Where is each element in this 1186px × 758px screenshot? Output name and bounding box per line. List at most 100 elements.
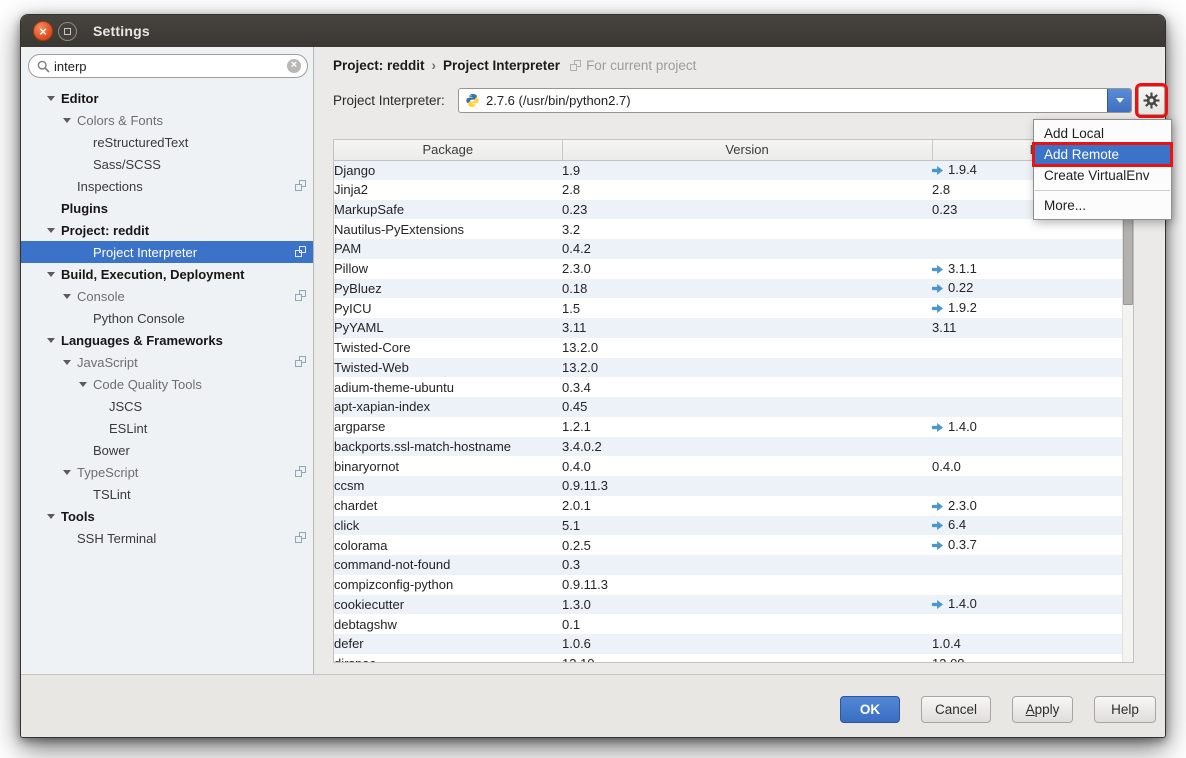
package-name: compizconfig-python [334, 575, 562, 595]
scrollbar-track[interactable] [1122, 161, 1133, 662]
tree-item-javascript[interactable]: JavaScript [21, 351, 313, 373]
package-row-argparse[interactable]: argparse1.2.11.4.0 [334, 417, 1133, 437]
expand-arrow-icon[interactable] [47, 272, 61, 277]
cancel-button[interactable]: Cancel [921, 696, 991, 723]
package-row-backports-ssl-match-hostname[interactable]: backports.ssl-match-hostname3.4.0.2 [334, 437, 1133, 457]
menu-item-add-remote[interactable]: Add Remote [1034, 144, 1171, 165]
menu-item-create-virtualenv[interactable]: Create VirtualEnv [1034, 165, 1171, 186]
package-row-pam[interactable]: PAM0.4.2 [334, 239, 1133, 259]
package-row-adium-theme-ubuntu[interactable]: adium-theme-ubuntu0.3.4 [334, 377, 1133, 397]
package-row-pybluez[interactable]: PyBluez0.180.22 [334, 279, 1133, 299]
apply-label: Apply [1026, 702, 1060, 717]
package-row-apt-xapian-index[interactable]: apt-xapian-index0.45 [334, 397, 1133, 417]
package-version: 1.5 [562, 298, 932, 318]
package-latest: 0.3.7 [932, 535, 1133, 555]
override-icon [295, 246, 306, 257]
expand-arrow-icon[interactable] [47, 96, 61, 101]
package-row-binaryornot[interactable]: binaryornot0.4.00.4.0 [334, 456, 1133, 476]
tree-item-tools[interactable]: Tools [21, 505, 313, 527]
package-row-markupsafe[interactable]: MarkupSafe0.230.23 [334, 200, 1133, 220]
expand-arrow-icon[interactable] [63, 294, 77, 299]
menu-item-add-local[interactable]: Add Local [1034, 123, 1171, 144]
tree-item-editor[interactable]: Editor [21, 87, 313, 109]
column-header-version[interactable]: Version [562, 140, 932, 160]
package-version: 13.2.0 [562, 358, 932, 378]
apply-button[interactable]: Apply [1012, 696, 1073, 723]
package-row-pyyaml[interactable]: PyYAML3.113.11 [334, 318, 1133, 338]
tree-item-eslint[interactable]: ESLint [21, 417, 313, 439]
package-row-jinja2[interactable]: Jinja22.82.8 [334, 180, 1133, 200]
tree-item-colors-fonts[interactable]: Colors & Fonts [21, 109, 313, 131]
tree-item-bower[interactable]: Bower [21, 439, 313, 461]
package-latest [932, 614, 1133, 634]
tree-item-label: Plugins [61, 201, 108, 216]
expand-arrow-icon[interactable] [47, 338, 61, 343]
tree-item-build-execution-deployment[interactable]: Build, Execution, Deployment [21, 263, 313, 285]
package-latest: 6.4 [932, 516, 1133, 536]
package-row-debtagshw[interactable]: debtagshw0.1 [334, 614, 1133, 634]
package-row-twisted-core[interactable]: Twisted-Core13.2.0 [334, 338, 1133, 358]
column-header-package[interactable]: Package [334, 140, 562, 160]
package-row-cookiecutter[interactable]: cookiecutter1.3.01.4.0 [334, 595, 1133, 615]
maximize-button[interactable] [58, 22, 77, 41]
menu-item-more[interactable]: More... [1034, 195, 1171, 216]
package-row-click[interactable]: click5.16.4 [334, 516, 1133, 536]
package-row-chardet[interactable]: chardet2.0.12.3.0 [334, 496, 1133, 516]
tree-item-code-quality-tools[interactable]: Code Quality Tools [21, 373, 313, 395]
tree-item-inspections[interactable]: Inspections [21, 175, 313, 197]
package-row-django[interactable]: Django1.91.9.4 [334, 160, 1133, 180]
tree-item-console[interactable]: Console [21, 285, 313, 307]
package-name: debtagshw [334, 614, 562, 634]
package-row-compizconfig-python[interactable]: compizconfig-python0.9.11.3 [334, 575, 1133, 595]
override-icon [295, 290, 306, 301]
gear-button[interactable] [1138, 86, 1165, 115]
tree-item-python-console[interactable]: Python Console [21, 307, 313, 329]
package-row-colorama[interactable]: colorama0.2.50.3.7 [334, 535, 1133, 555]
tree-item-restructuredtext[interactable]: reStructuredText [21, 131, 313, 153]
package-latest [932, 555, 1133, 575]
interpreter-combobox[interactable]: 2.7.6 (/usr/bin/python2.7) [458, 88, 1132, 113]
settings-search-box[interactable]: × [28, 54, 308, 78]
tree-item-project-reddit[interactable]: Project: reddit [21, 219, 313, 241]
package-row-ccsm[interactable]: ccsm0.9.11.3 [334, 476, 1133, 496]
expand-arrow-icon[interactable] [47, 228, 61, 233]
package-name: argparse [334, 417, 562, 437]
expand-arrow-icon[interactable] [63, 470, 77, 475]
tree-item-tslint[interactable]: TSLint [21, 483, 313, 505]
search-input[interactable] [54, 59, 287, 74]
expand-arrow-icon[interactable] [63, 118, 77, 123]
help-button[interactable]: Help [1094, 696, 1156, 723]
package-version: 0.3 [562, 555, 932, 575]
package-latest: 3.11 [932, 318, 1133, 338]
tree-item-ssh-terminal[interactable]: SSH Terminal [21, 527, 313, 549]
tree-item-project-interpreter[interactable]: Project Interpreter [21, 241, 313, 263]
tree-item-label: Sass/SCSS [93, 157, 161, 172]
expand-arrow-icon[interactable] [47, 514, 61, 519]
package-row-dirspec[interactable]: dirspec13.1013.08 [334, 654, 1133, 663]
tree-item-jscs[interactable]: JSCS [21, 395, 313, 417]
tree-item-label: Project: reddit [61, 223, 149, 238]
combo-dropdown-button[interactable] [1107, 89, 1131, 112]
package-row-twisted-web[interactable]: Twisted-Web13.2.0 [334, 358, 1133, 378]
close-button[interactable]: × [33, 21, 53, 41]
expand-arrow-icon[interactable] [79, 382, 93, 387]
package-row-nautilus-pyextensions[interactable]: Nautilus-PyExtensions3.2 [334, 219, 1133, 239]
tree-item-languages-frameworks[interactable]: Languages & Frameworks [21, 329, 313, 351]
titlebar[interactable]: × Settings [21, 15, 1165, 47]
ok-button[interactable]: OK [840, 696, 900, 723]
package-row-command-not-found[interactable]: command-not-found0.3 [334, 555, 1133, 575]
tree-item-sass-scss[interactable]: Sass/SCSS [21, 153, 313, 175]
package-name: backports.ssl-match-hostname [334, 437, 562, 457]
package-row-pyicu[interactable]: PyICU1.51.9.2 [334, 298, 1133, 318]
expand-arrow-icon[interactable] [63, 360, 77, 365]
package-row-defer[interactable]: defer1.0.61.0.4 [334, 634, 1133, 654]
help-label: Help [1111, 702, 1139, 717]
tree-item-plugins[interactable]: Plugins [21, 197, 313, 219]
package-name: PyBluez [334, 279, 562, 299]
package-version: 0.2.5 [562, 535, 932, 555]
tree-item-typescript[interactable]: TypeScript [21, 461, 313, 483]
tree-item-label: Editor [61, 91, 99, 106]
package-row-pillow[interactable]: Pillow2.3.03.1.1 [334, 259, 1133, 279]
package-version: 1.3.0 [562, 595, 932, 615]
clear-search-icon[interactable]: × [287, 59, 301, 73]
